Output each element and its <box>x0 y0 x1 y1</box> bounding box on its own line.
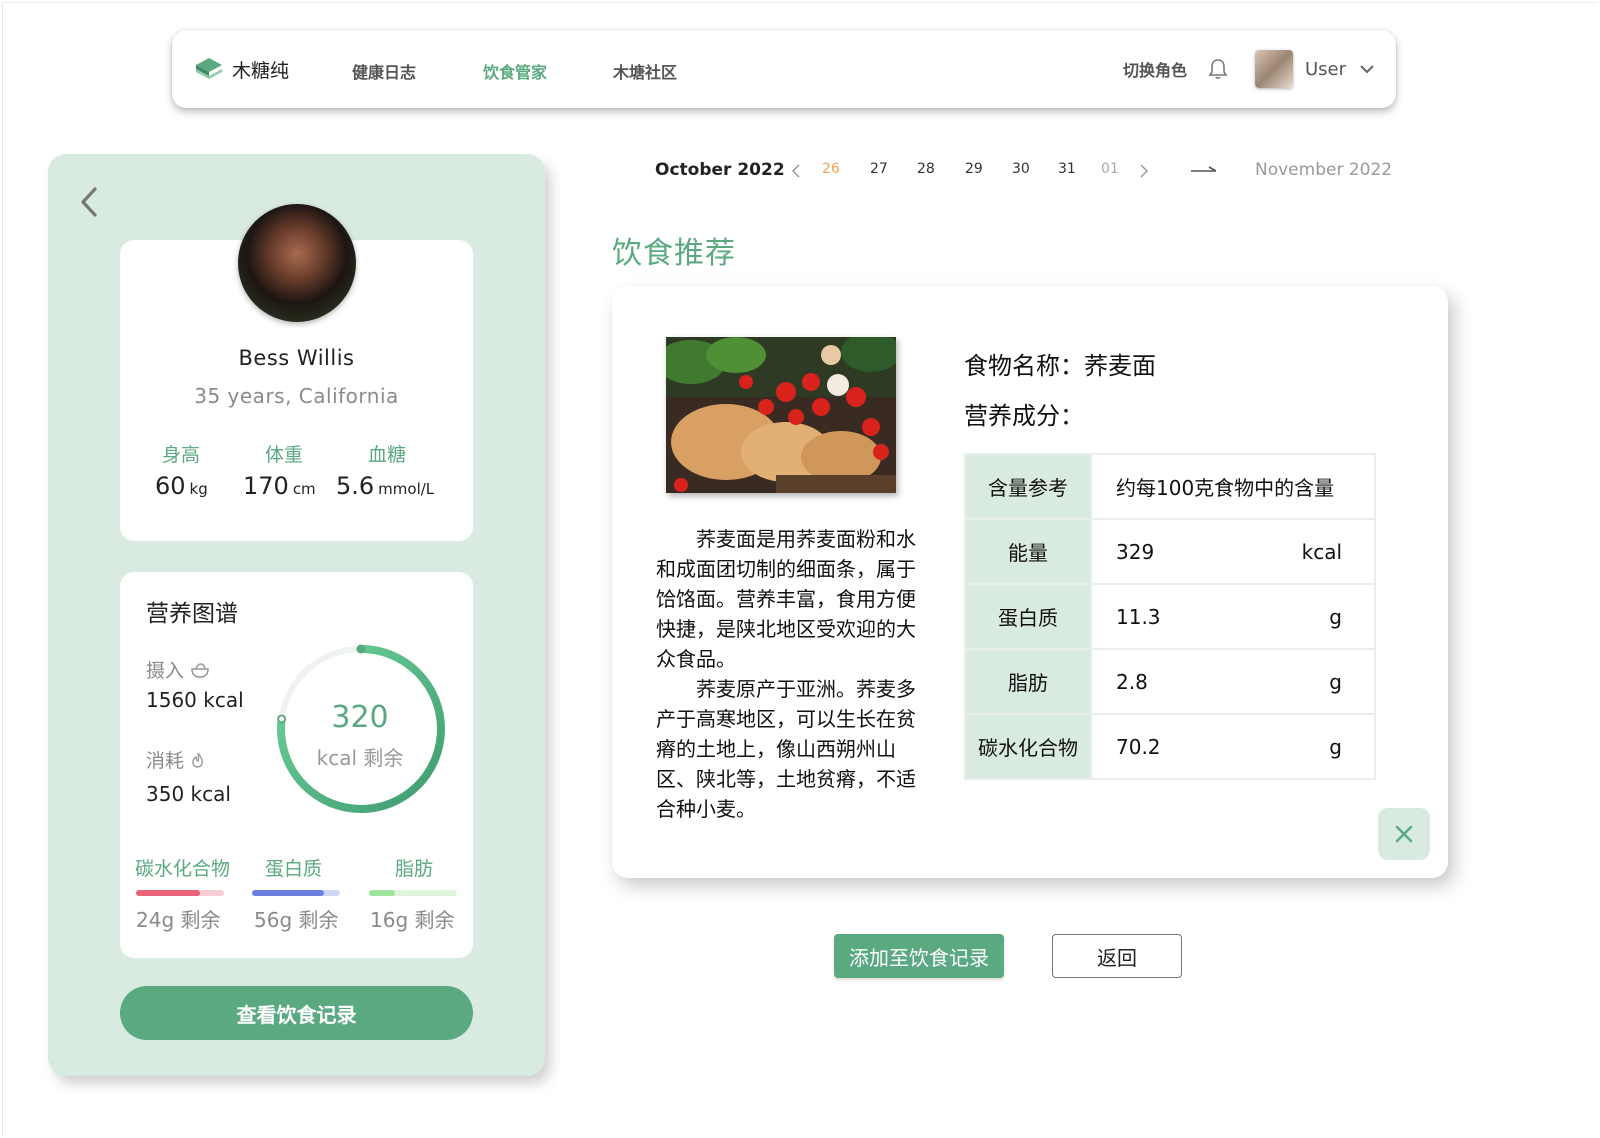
table-header-key: 含量参考 <box>964 453 1092 520</box>
table-header-row: 含量参考 约每100克食物中的含量 <box>964 453 1376 520</box>
table-cell-value: 2.8 g <box>1090 648 1376 715</box>
chevron-down-icon[interactable] <box>1360 64 1374 74</box>
profile-avatar <box>238 204 356 322</box>
food-description-paragraph: 荞麦面是用荞麦面粉和水和成面团切制的细面条，属于饸饹面。营养丰富，食用方便快捷，… <box>656 527 916 671</box>
nav-right: 切换角色 User <box>1123 50 1374 88</box>
table-cell-key: 碳水化合物 <box>964 713 1092 780</box>
stat-label-weight: 体重 <box>265 444 304 466</box>
nav-health-log[interactable]: 健康日志 <box>352 59 416 83</box>
macro-remaining-protein: 56g 剩余 <box>254 908 339 932</box>
stat-value-glucose: 5.6 mmol/L <box>336 472 435 500</box>
back-button[interactable]: 返回 <box>1052 934 1182 978</box>
nutrition-title: 营养图谱 <box>146 601 238 627</box>
table-row: 蛋白质 11.3 g <box>964 583 1376 650</box>
long-arrow-right-icon <box>1191 166 1217 172</box>
macro-bar-carbs <box>136 890 224 896</box>
logo-icon <box>196 58 222 79</box>
ring-start-dot <box>356 644 366 654</box>
remaining-label: kcal 剩余 <box>316 746 404 770</box>
table-cell-key: 脂肪 <box>964 648 1092 715</box>
food-image <box>666 337 896 493</box>
stat-value-height: 60 kg <box>155 472 208 500</box>
table-row: 能量 329 kcal <box>964 518 1376 585</box>
table-cell-key: 能量 <box>964 518 1092 585</box>
view-diet-log-button[interactable]: 查看饮食记录 <box>120 986 473 1040</box>
switch-role-button[interactable]: 切换角色 <box>1123 57 1187 81</box>
bowl-icon <box>191 662 209 678</box>
burn-value: 350 kcal <box>146 782 231 806</box>
table-cell-value: 70.2 g <box>1090 713 1376 780</box>
section-title: 饮食推荐 <box>612 236 736 271</box>
macro-label-protein: 蛋白质 <box>265 858 323 880</box>
food-description-paragraph: 荞麦原产于亚洲。荞麦多产于高寒地区，可以生长在贫瘠的土地上，像山西朔州山区、陕北… <box>656 677 916 821</box>
macro-remaining-fat: 16g 剩余 <box>370 908 455 932</box>
food-description: 荞麦面是用荞麦面粉和水和成面团切制的细面条，属于饸饹面。营养丰富，食用方便快捷，… <box>656 524 920 824</box>
month-to: November 2022 <box>1255 160 1393 180</box>
table-cell-value: 11.3 g <box>1090 583 1376 650</box>
nutrition-table: 含量参考 约每100克食物中的含量 能量 329 kcal 蛋白质 11.3 g 脂… <box>964 453 1376 780</box>
remaining-kcal: 320 <box>331 700 389 735</box>
intake-label: 摄入 <box>146 656 210 683</box>
food-name: 食物名称：荞麦面 <box>964 352 1156 380</box>
flame-icon <box>192 752 203 768</box>
close-button[interactable] <box>1378 808 1430 860</box>
macro-label-fat: 脂肪 <box>395 858 434 880</box>
add-to-diet-log-button[interactable]: 添加至饮食记录 <box>834 934 1004 978</box>
date-28[interactable]: 28 <box>917 161 935 177</box>
stat-value-weight: 170 cm <box>243 472 316 500</box>
macro-bar-protein <box>252 890 340 896</box>
date-27[interactable]: 27 <box>870 161 888 177</box>
nav-diet-manager[interactable]: 饮食管家 <box>483 59 547 83</box>
bell-icon[interactable] <box>1207 57 1229 81</box>
date-30[interactable]: 30 <box>1012 161 1030 177</box>
chevron-left-icon[interactable] <box>791 164 801 178</box>
intake-value: 1560 kcal <box>146 688 244 712</box>
close-icon <box>1395 825 1413 843</box>
macro-label-carbs: 碳水化合物 <box>135 858 231 880</box>
nutrition-heading: 营养成分： <box>964 402 1084 430</box>
date-29[interactable]: 29 <box>965 161 983 177</box>
table-row: 脂肪 2.8 g <box>964 648 1376 715</box>
month-from: October 2022 <box>655 160 785 180</box>
app-name: 木糖纯 <box>232 59 290 82</box>
macro-bar-fat <box>369 890 457 896</box>
profile-info: 35 years, California <box>194 384 399 408</box>
user-name[interactable]: User <box>1305 59 1346 80</box>
date-26[interactable]: 26 <box>822 161 840 177</box>
date-01[interactable]: 01 <box>1101 161 1119 177</box>
top-nav: 木糖纯 健康日志 饮食管家 木塘社区 切换角色 User <box>172 30 1396 108</box>
stat-label-height: 身高 <box>162 444 201 466</box>
table-row: 碳水化合物 70.2 g <box>964 713 1376 780</box>
user-avatar[interactable] <box>1254 50 1293 88</box>
stat-label-glucose: 血糖 <box>368 444 407 466</box>
date-31[interactable]: 31 <box>1058 161 1076 177</box>
logo[interactable]: 木糖纯 <box>194 54 289 84</box>
burn-label: 消耗 <box>146 746 206 773</box>
back-arrow-icon[interactable] <box>78 186 100 218</box>
macro-remaining-carbs: 24g 剩余 <box>136 908 221 932</box>
table-header-value: 约每100克食物中的含量 <box>1090 453 1376 520</box>
nav-community[interactable]: 木塘社区 <box>613 59 677 83</box>
table-cell-key: 蛋白质 <box>964 583 1092 650</box>
table-cell-value: 329 kcal <box>1090 518 1376 585</box>
chevron-right-icon[interactable] <box>1139 164 1149 178</box>
profile-name: Bess Willis <box>238 346 355 370</box>
